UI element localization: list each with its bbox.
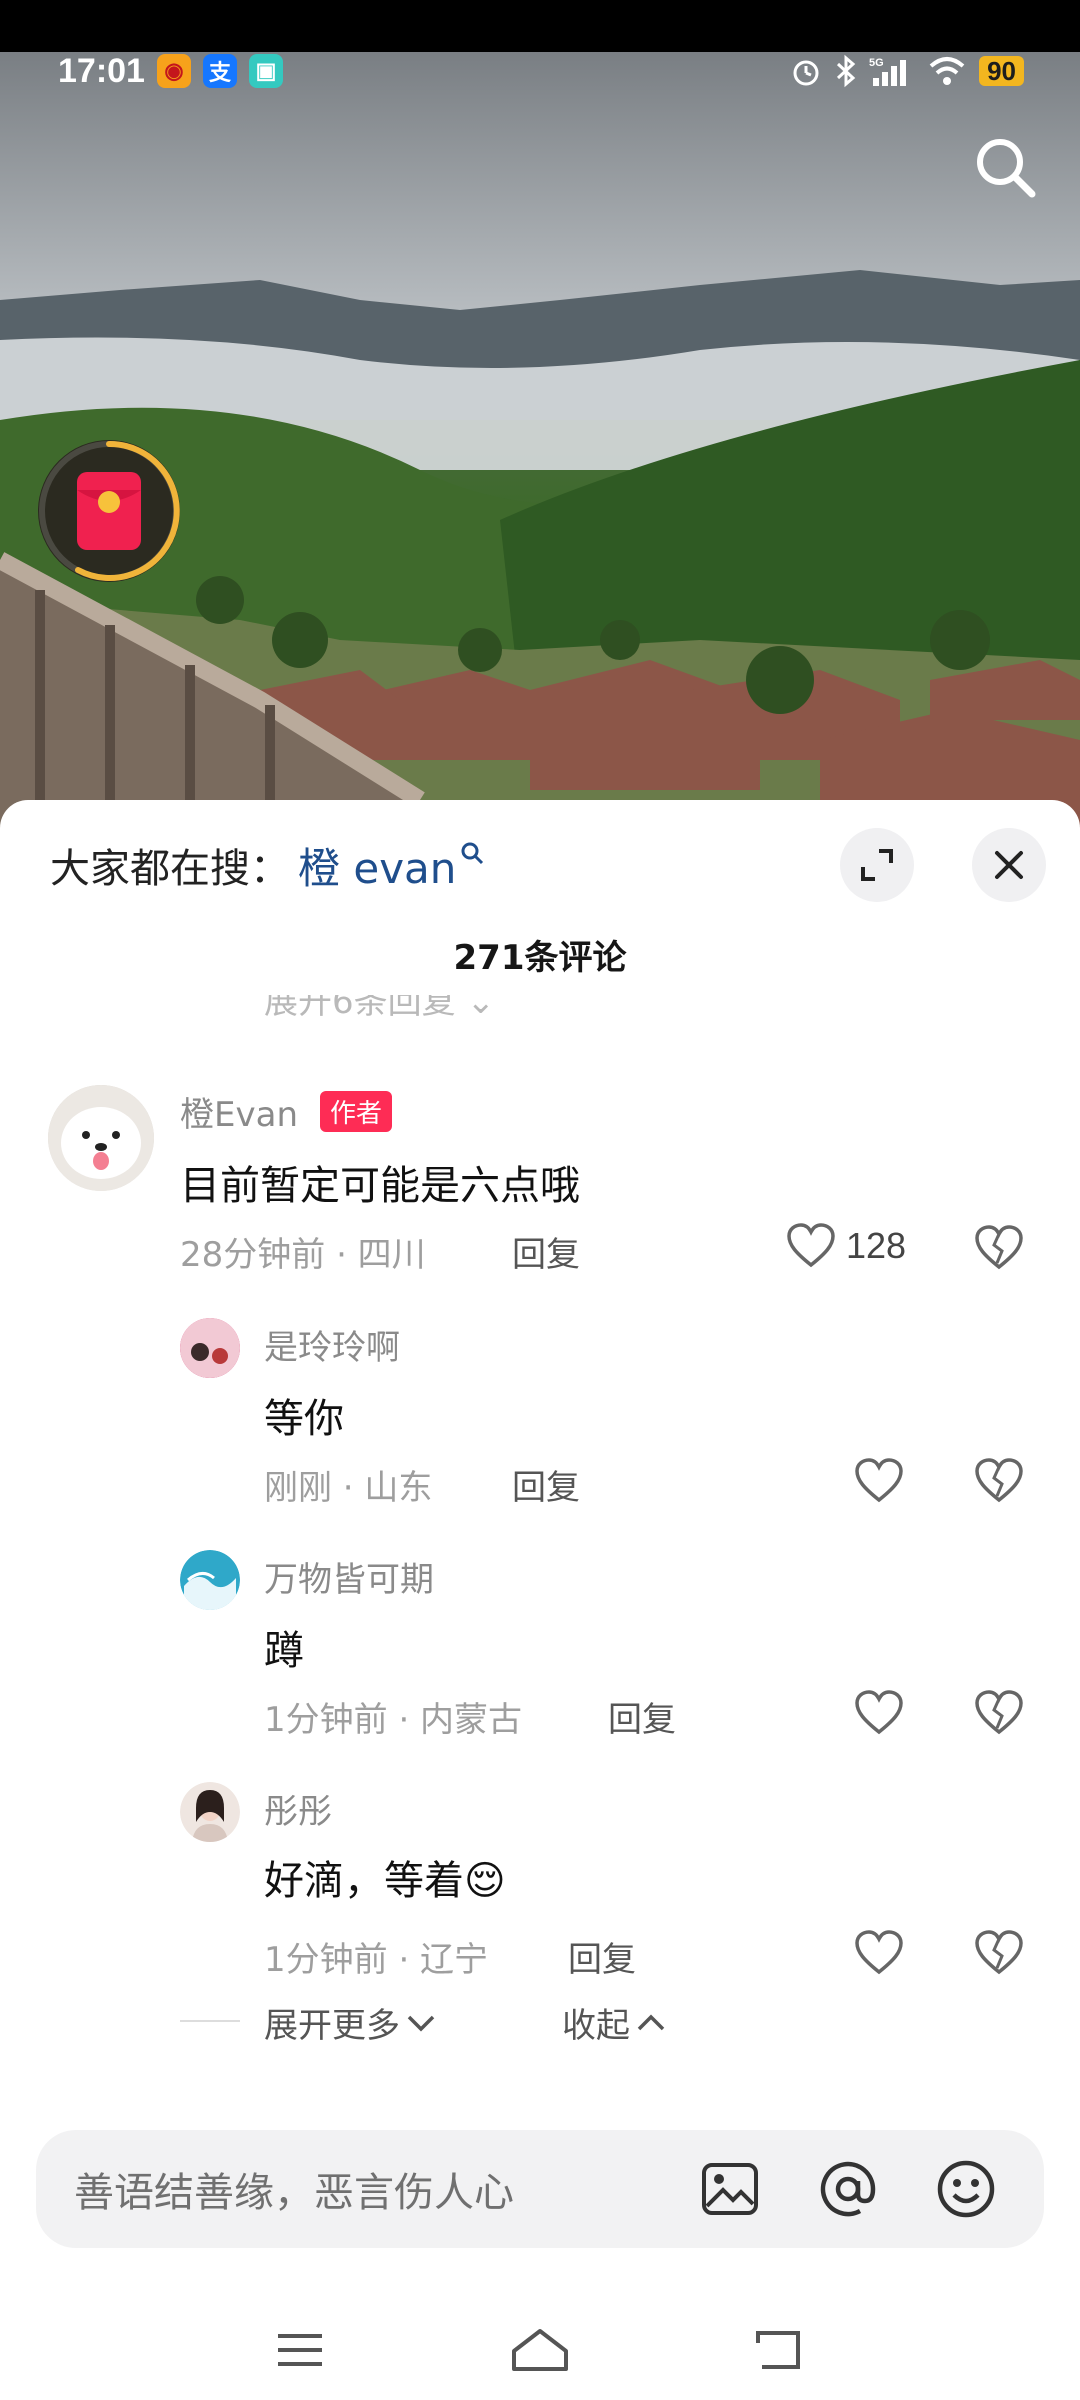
emoji-icon: [937, 2160, 995, 2218]
back-button[interactable]: [750, 2320, 810, 2380]
collapse-button[interactable]: 收起: [562, 1998, 666, 2047]
broken-heart-icon: [975, 1690, 1023, 1735]
search-icon: [977, 139, 1036, 198]
collapsed-replies-hint[interactable]: 展开6条回复 ⌄: [264, 995, 495, 1017]
collapse-label: 收起: [562, 2006, 630, 2046]
video-background[interactable]: [0, 0, 1080, 860]
hot-search-prefix: 大家都在搜：: [50, 846, 290, 892]
comment-meta: 刚刚 · 山东: [264, 1468, 433, 1508]
comment-meta: 1分钟前 · 内蒙古: [264, 1700, 523, 1740]
wave-avatar-image: [180, 1550, 240, 1610]
like-count: 128: [846, 1225, 907, 1266]
heart-icon: [787, 1223, 835, 1268]
broken-heart-icon: [975, 1930, 1023, 1975]
chevron-up-icon: [637, 2014, 665, 2030]
dislike-button[interactable]: [974, 1458, 1024, 1508]
comment-count: 271条评论: [453, 938, 627, 978]
landscape-image: [0, 0, 1080, 860]
commenter-name[interactable]: 彤彤: [264, 1784, 332, 1833]
commenter-name[interactable]: 万物皆可期: [264, 1552, 434, 1601]
progress-ring: [39, 440, 180, 581]
like-button[interactable]: [854, 1930, 904, 1976]
divider: [180, 2020, 240, 2022]
reply-button[interactable]: 回复: [568, 1932, 636, 1981]
weibo-icon: ◉: [156, 54, 191, 88]
expand-more-button[interactable]: 展开更多: [264, 1998, 436, 2047]
comment-text: 蹲: [264, 1628, 304, 1674]
system-nav-bar: [0, 2300, 1080, 2400]
alipay-icon: 支: [202, 54, 237, 88]
broken-heart-icon: [975, 1225, 1023, 1270]
broken-heart-icon: [975, 1458, 1023, 1503]
chevron-down-icon: [407, 2015, 435, 2031]
comment-input[interactable]: 善语结善缘，恶言伤人心: [36, 2130, 1044, 2248]
expand-more-label: 展开更多: [264, 2006, 400, 2046]
reply-button[interactable]: 回复: [608, 1692, 676, 1741]
search-button[interactable]: [968, 130, 1042, 204]
avatar[interactable]: [180, 1782, 240, 1842]
comment-text: 目前暂定可能是六点哦: [180, 1163, 580, 1209]
input-placeholder: 善语结善缘，恶言伤人心: [74, 2170, 514, 2216]
expand-icon: [861, 849, 893, 881]
image-button[interactable]: [690, 2149, 770, 2229]
reply-button[interactable]: 回复: [512, 1227, 580, 1276]
commenter-name[interactable]: 橙Evan: [180, 1087, 298, 1136]
like-button[interactable]: [854, 1458, 904, 1504]
comment-text: 等你: [264, 1396, 344, 1442]
wifi-icon: [929, 57, 965, 85]
clock: 17:01: [58, 51, 145, 90]
avatar[interactable]: [180, 1318, 240, 1378]
dislike-button[interactable]: [974, 1930, 1024, 1980]
image-icon: [702, 2163, 758, 2215]
bluetooth-icon: [837, 54, 856, 88]
portrait-avatar-image: [180, 1782, 240, 1842]
battery-level: 90: [979, 56, 1024, 86]
dog-avatar-image: [48, 1085, 154, 1191]
menu-icon: [278, 2334, 322, 2366]
at-icon: [820, 2161, 876, 2217]
small-search-icon: [461, 842, 484, 865]
dislike-button[interactable]: [974, 1225, 1024, 1275]
home-button[interactable]: [510, 2320, 570, 2380]
comment-meta: 28分钟前 · 四川: [180, 1235, 426, 1275]
status-bar: 17:01 ◉ 支 ▣ 5G 90: [0, 52, 1080, 90]
reply-button[interactable]: 回复: [512, 1460, 580, 1509]
heart-icon: [855, 1930, 903, 1975]
author-badge: 作者: [320, 1091, 393, 1132]
like-button[interactable]: [854, 1690, 904, 1736]
alarm-icon: [793, 60, 819, 86]
hot-search-bar: 大家都在搜： 橙 evan: [0, 800, 1080, 930]
comment-text: 好滴，等着😌: [264, 1858, 506, 1904]
red-packet-button[interactable]: [38, 440, 180, 582]
emoji-button[interactable]: [926, 2149, 1006, 2229]
heart-icon: [855, 1690, 903, 1735]
status-bar-background: [0, 0, 1080, 52]
app-icon: ▣: [248, 54, 283, 88]
back-icon: [756, 2331, 800, 2369]
commenter-name[interactable]: 是玲玲啊: [264, 1320, 400, 1369]
comment-sheet: 大家都在搜： 橙 evan 271条评论 展开6条回复 ⌄ 橙Evan 作者 目…: [0, 800, 1080, 2400]
close-button[interactable]: [972, 828, 1046, 902]
home-icon: [512, 2329, 568, 2371]
anime-avatar-image: [180, 1318, 240, 1378]
heart-icon: [855, 1458, 903, 1503]
fullscreen-button[interactable]: [840, 828, 914, 902]
svg-text:5G: 5G: [869, 57, 884, 69]
mention-button[interactable]: [808, 2149, 888, 2229]
signal-icon: 5G: [869, 57, 907, 86]
close-icon: [995, 851, 1023, 879]
comment-meta: 1分钟前 · 辽宁: [264, 1940, 489, 1980]
avatar[interactable]: [180, 1550, 240, 1610]
avatar[interactable]: [48, 1085, 154, 1191]
like-button[interactable]: 128: [786, 1223, 906, 1269]
hot-search-term[interactable]: 橙 evan: [298, 835, 456, 896]
menu-button[interactable]: [270, 2320, 330, 2380]
dislike-button[interactable]: [974, 1690, 1024, 1740]
replies-controls: 展开更多 收起: [0, 1990, 1080, 2050]
